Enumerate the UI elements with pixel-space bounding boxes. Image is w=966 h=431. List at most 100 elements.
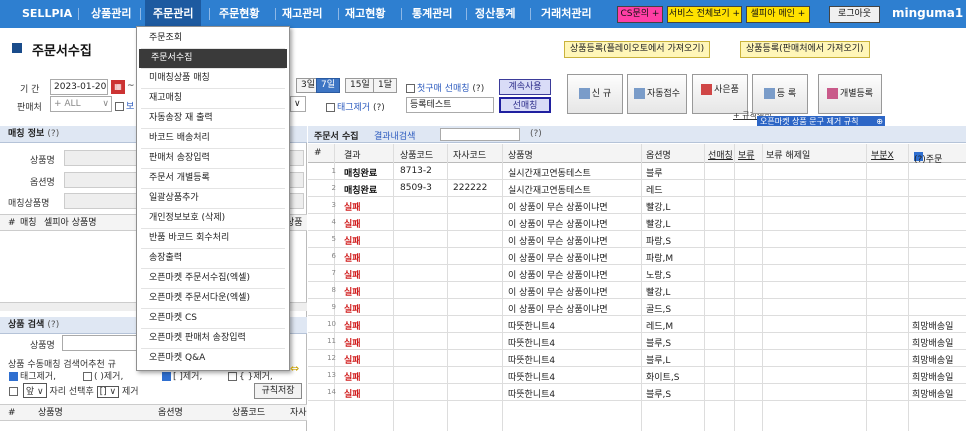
register-button[interactable]: 등 록	[752, 74, 808, 114]
paren-remove-rule[interactable]: ( )제거,	[83, 369, 123, 382]
table-row[interactable]: 3 실패 이 상품이 무슨 상품이냐면 빨강,L	[308, 197, 966, 214]
table-row[interactable]: 13 실패 따뜻한니트4 화이트,S 희망배송일	[308, 367, 966, 384]
logout-button[interactable]: 로그아웃	[829, 6, 880, 23]
table-row[interactable]: 8 실패 이 상품이 무슨 상품이냐면 빨강,L	[308, 282, 966, 299]
tag-remove-help[interactable]: (?)	[373, 103, 385, 113]
cell-product-name: 따뜻한니트4	[508, 390, 556, 400]
dropdown-menu-item[interactable]: 일괄상품추가	[137, 189, 289, 208]
paren-remove-checkbox[interactable]	[83, 372, 92, 381]
dropdown-separator	[141, 248, 285, 249]
tag-remove-rule[interactable]: 태그제거,	[9, 369, 56, 382]
day-button-7[interactable]: 7일	[316, 78, 341, 93]
dropdown-menu-item[interactable]: 바코드 배송처리	[137, 129, 289, 148]
cs-inquiry-button[interactable]: CS문의 +	[617, 6, 663, 23]
individual-register-button[interactable]: 개별등록	[818, 74, 882, 114]
product-register-vendor-button[interactable]: 상품등록(판매처에서 가져오기)	[740, 41, 870, 58]
dropdown-menu-item[interactable]: 재고매칭	[137, 89, 289, 108]
new-button[interactable]: 신 규	[567, 74, 623, 114]
auto-receive-button[interactable]: 자동접수	[627, 74, 687, 114]
dropdown-menu-item[interactable]: 미매칭상품 매칭	[137, 69, 289, 88]
nav-vendor-manage[interactable]: 거래처관리	[541, 0, 592, 28]
dropdown-menu-item[interactable]: 판매처 송장입력	[137, 149, 289, 168]
dropdown-menu-item[interactable]: 주문서 개별등록	[137, 169, 289, 188]
tag-remove-option[interactable]: 태그제거 (?)	[326, 100, 385, 113]
nav-product-manage[interactable]: 상품관리	[91, 0, 131, 28]
register-text-input[interactable]: 등록테스트	[406, 97, 494, 113]
extra-select[interactable]: ∨	[290, 96, 306, 112]
vendor-select[interactable]: + ALL ∨	[50, 96, 112, 112]
dropdown-menu-item[interactable]: 오픈마켓 주문서수집(엑셀)	[137, 269, 289, 288]
rule-save-button[interactable]: 규칙저장	[254, 383, 302, 399]
view-checkbox-group[interactable]: 보	[115, 99, 134, 112]
table-row[interactable]: 7 실패 이 상품이 무슨 상품이냐면 노랑,S	[308, 265, 966, 282]
nav-logo-sellpia[interactable]: SELLPIA	[22, 0, 72, 28]
dropdown-menu-item[interactable]: 오픈마켓 Q&A	[137, 349, 289, 368]
tag-remove-rule-checkbox[interactable]	[9, 372, 18, 381]
table-row[interactable]: 5 실패 이 상품이 무슨 상품이냐면 파랑,S	[308, 231, 966, 248]
dropdown-menu-item[interactable]: 주문서수집	[139, 49, 287, 68]
dropdown-menu-item[interactable]: 반품 바코드 회수처리	[137, 229, 289, 248]
dropdown-menu-item[interactable]: 송장출력	[137, 249, 289, 268]
bracket-remove-checkbox[interactable]	[162, 372, 171, 381]
table-row[interactable]: 4 실패 이 상품이 무슨 상품이냐면 빨강,L	[308, 214, 966, 231]
col-product-code[interactable]: 상품코드	[400, 148, 433, 161]
nav-stock-status[interactable]: 재고현황	[345, 0, 385, 28]
calendar-icon[interactable]: ▦	[111, 80, 125, 94]
service-all-button[interactable]: 서비스 전체보기 +	[667, 6, 742, 23]
product-register-auto-button[interactable]: 상품등록(플레이오토에서 가져오기)	[564, 41, 711, 58]
front-select[interactable]: 앞 ∨	[22, 383, 47, 398]
tag-remove-rule-label: 태그제거,	[20, 372, 56, 382]
col-option-name[interactable]: 옵션명	[646, 148, 671, 161]
splitter-arrow-icon[interactable]: ⇔	[290, 362, 299, 375]
first-buy-help[interactable]: (?)	[472, 84, 484, 94]
day-button-month[interactable]: 1달	[373, 78, 398, 93]
table-row[interactable]: 1 매칭완료 8713-2 실시간재고연동테스트 블루	[308, 163, 966, 180]
bracket-select[interactable]: [] ∨	[96, 386, 120, 398]
result-search-help[interactable]: (?)	[530, 129, 542, 139]
result-search-input[interactable]	[440, 128, 520, 141]
date-from-input[interactable]: 2023-01-20	[50, 79, 108, 95]
nav-settlement-stats[interactable]: 정산통계	[475, 0, 515, 28]
first-buy-checkbox[interactable]	[406, 84, 415, 93]
col-partial[interactable]: 부분X	[871, 148, 894, 161]
nav-stock-manage[interactable]: 재고관리	[282, 0, 322, 28]
table-row[interactable]: 10 실패 따뜻한니트4 레드,M 희망배송일	[308, 316, 966, 333]
search-product-input[interactable]	[62, 335, 142, 351]
table-row[interactable]: 9 실패 이 상품이 무슨 상품이냐면 골드,S	[308, 299, 966, 316]
dropdown-menu-item[interactable]: 오픈마켓 판매처 송장입력	[137, 329, 289, 348]
col-hold-release[interactable]: 보류 해제일	[766, 148, 810, 161]
dropdown-menu-item[interactable]: 자동송장 재 출력	[137, 109, 289, 128]
product-search-help[interactable]: (?)	[47, 320, 59, 330]
first-buy-match-option[interactable]: 첫구매 선매칭 (?)	[406, 81, 484, 94]
gift-button[interactable]: 사은품	[692, 74, 748, 114]
table-row[interactable]: 6 실패 이 상품이 무슨 상품이냐면 파랑,M	[308, 248, 966, 265]
table-row[interactable]: 12 실패 따뜻한니트4 블루,L 희망배송일	[308, 350, 966, 367]
brace-remove-checkbox[interactable]	[228, 372, 237, 381]
nav-order-status[interactable]: 주문현황	[219, 0, 259, 28]
col-result[interactable]: 결과	[344, 148, 361, 161]
col-hold[interactable]: 보류	[738, 148, 755, 161]
chevron-down-icon: ∨	[294, 99, 301, 109]
dropdown-menu-item[interactable]: 주문조회	[137, 29, 289, 48]
dropdown-menu-item[interactable]: 오픈마켓 CS	[137, 309, 289, 328]
front-checkbox[interactable]	[9, 387, 18, 396]
continue-use-button[interactable]: 계속사용	[499, 79, 551, 95]
match-grid-col-num: #	[8, 218, 16, 228]
col-own-code[interactable]: 자사코드	[453, 148, 486, 161]
dropdown-menu-item[interactable]: 오픈마켓 주문서다운(엑셀)	[137, 289, 289, 308]
view-checkbox[interactable]	[115, 102, 124, 111]
nav-stats-manage[interactable]: 통계관리	[412, 0, 452, 28]
table-row[interactable]: 14 실패 따뜻한니트4 블루,S 희망배송일	[308, 384, 966, 401]
day-button-15[interactable]: 15일	[345, 78, 375, 93]
match-info-help[interactable]: (?)	[47, 129, 59, 139]
table-row[interactable]: 11 실패 따뜻한니트4 블루,S 희망배송일	[308, 333, 966, 350]
table-row[interactable]: 2 매칭완료 8509-3 222222 실시간재고연동테스트 레드	[308, 180, 966, 197]
tag-remove-checkbox[interactable]	[326, 103, 335, 112]
select-match-button[interactable]: 선매칭	[499, 97, 551, 113]
col-pre-match[interactable]: 선매칭	[708, 148, 733, 161]
sellpia-main-button[interactable]: 셀피아 메인 +	[746, 6, 810, 23]
cell-product-name: 따뜻한니트4	[508, 339, 556, 349]
dropdown-menu-item[interactable]: 개인정보보호 (삭제)	[137, 209, 289, 228]
nav-order-manage[interactable]: 주문관리	[145, 0, 202, 28]
col-product-name[interactable]: 상품명	[508, 148, 533, 161]
